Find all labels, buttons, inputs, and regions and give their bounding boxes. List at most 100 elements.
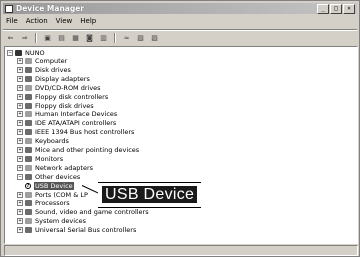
title-bar[interactable]: Device Manager _ □ × [3, 3, 357, 14]
tree-item[interactable]: + Mice and other pointing devices [17, 146, 139, 154]
menu-file[interactable]: File [6, 17, 18, 28]
expand-icon[interactable]: + [17, 164, 23, 171]
toolbar: ⇐ ⇒ ▣ ▤ ▦ ◙ ▥ ≈ ▧ ▨ [5, 32, 160, 44]
tree-root[interactable]: − NUNO [7, 49, 45, 57]
expand-icon[interactable]: + [17, 84, 23, 91]
device-category-icon [25, 227, 32, 234]
update-icon[interactable]: ≈ [121, 33, 132, 43]
device-category-icon [25, 218, 32, 225]
expand-icon[interactable]: + [17, 75, 23, 82]
tree-item-label: Floppy disk drives [35, 101, 94, 110]
print-icon[interactable]: ▦ [70, 33, 81, 43]
tree-item-label: Universal Serial Bus controllers [35, 226, 137, 235]
tree-item-label: Computer [35, 57, 68, 65]
tree-item-label: Display adapters [35, 74, 90, 83]
expand-icon[interactable]: + [17, 93, 23, 100]
device-category-icon [25, 66, 32, 73]
minimize-button[interactable]: _ [317, 4, 329, 14]
root-label: NUNO [25, 49, 45, 57]
back-icon[interactable]: ⇐ [5, 33, 16, 43]
computer-icon [15, 50, 22, 56]
expand-icon[interactable]: + [17, 147, 23, 153]
tree-item-label: Disk drives [35, 65, 71, 74]
device-manager-window: Device Manager _ □ × File Action View He… [0, 0, 360, 257]
scan-icon[interactable]: ▥ [98, 33, 109, 43]
window-title: Device Manager [16, 4, 84, 13]
unknown-device-icon: ? [25, 182, 31, 189]
tree-item-label: Human Interface Devices [35, 110, 118, 119]
tree-item-label: USB Device [34, 181, 74, 190]
tree-child-item[interactable]: ? USB Device [25, 181, 74, 190]
tree-item[interactable]: + DVD/CD-ROM drives [17, 84, 101, 92]
tree-item[interactable]: + Floppy disk drives [17, 102, 94, 110]
collapse-icon[interactable]: − [7, 50, 13, 56]
disable-icon[interactable]: ▧ [135, 33, 146, 43]
tree-item[interactable]: + Human Interface Devices [17, 110, 117, 118]
expand-icon[interactable]: + [17, 66, 23, 73]
device-category-icon [25, 147, 32, 153]
tree-item[interactable]: + Monitors [17, 155, 63, 163]
device-category-icon [25, 173, 32, 180]
tree-item[interactable]: + Computer [17, 57, 67, 65]
tree-item[interactable]: + Disk drives [17, 66, 71, 74]
menu-view[interactable]: View [56, 17, 73, 28]
properties-icon[interactable]: ▤ [56, 33, 67, 43]
expand-icon[interactable]: + [17, 227, 23, 234]
tree-item[interactable]: + IEEE 1394 Bus host controllers [17, 128, 134, 136]
tree-item-label: Ports (COM & LP [35, 190, 88, 199]
expand-icon[interactable]: + [17, 129, 23, 136]
tree-item-label: System devices [35, 217, 87, 226]
device-category-icon [25, 200, 32, 207]
tree-item[interactable]: + IDE ATA/ATAPI controllers [17, 119, 116, 127]
menu-action[interactable]: Action [26, 17, 48, 28]
expand-icon[interactable]: + [17, 138, 23, 145]
expand-icon[interactable]: + [17, 209, 23, 216]
callout-label: USB Device [102, 186, 198, 203]
tree-item[interactable]: + Floppy disk controllers [17, 93, 108, 101]
expand-icon[interactable]: + [17, 155, 23, 162]
device-category-icon [25, 120, 32, 127]
toolbar-separator [35, 33, 37, 43]
tree-item-label: DVD/CD-ROM drives [35, 83, 101, 92]
collapse-icon[interactable]: − [17, 173, 23, 180]
expand-icon[interactable]: + [17, 58, 23, 64]
tree-item[interactable]: + Network adapters [17, 164, 93, 172]
tree-item[interactable]: + Ports (COM & LP [17, 191, 88, 199]
expand-icon[interactable]: + [17, 102, 23, 109]
tree-item-label: Keyboards [35, 137, 69, 146]
usb-device-callout: USB Device [98, 182, 202, 208]
help-icon[interactable]: ◙ [84, 33, 95, 43]
expand-icon[interactable]: + [17, 200, 23, 207]
tree-item-label: Processors [35, 199, 70, 208]
device-category-icon [25, 164, 32, 171]
expand-icon[interactable]: + [17, 191, 23, 198]
device-category-icon [25, 75, 32, 82]
status-bar [4, 245, 358, 256]
tree-item[interactable]: + Display adapters [17, 75, 90, 83]
close-button[interactable]: × [343, 4, 355, 14]
device-tree[interactable]: − NUNO + Computer + Disk drives + Display ada… [4, 46, 358, 244]
maximize-button[interactable]: □ [330, 4, 342, 14]
toolbar-separator [114, 33, 116, 43]
tree-item[interactable]: + System devices [17, 217, 86, 225]
tree-item[interactable]: − Other devices [17, 173, 80, 181]
forward-icon[interactable]: ⇒ [19, 33, 30, 43]
device-category-icon [25, 111, 32, 118]
device-manager-icon [5, 4, 13, 13]
tree-item[interactable]: + Universal Serial Bus controllers [17, 226, 136, 234]
tree-item[interactable]: + Processors [17, 199, 70, 207]
tree-item-label: Monitors [35, 154, 64, 163]
expand-icon[interactable]: + [17, 111, 23, 118]
up-icon[interactable]: ▣ [42, 33, 53, 43]
tree-item-label: Floppy disk controllers [35, 92, 109, 101]
expand-icon[interactable]: + [17, 218, 23, 225]
tree-item-label: Sound, video and game controllers [35, 208, 149, 217]
menu-help[interactable]: Help [80, 17, 96, 28]
device-category-icon [25, 129, 32, 136]
tree-item[interactable]: + Sound, video and game controllers [17, 208, 149, 216]
expand-icon[interactable]: + [17, 120, 23, 127]
tree-item-label: Other devices [35, 172, 81, 181]
uninstall-icon[interactable]: ▨ [149, 33, 160, 43]
tree-item[interactable]: + Keyboards [17, 137, 69, 145]
tree-item-label: IDE ATA/ATAPI controllers [35, 119, 117, 128]
